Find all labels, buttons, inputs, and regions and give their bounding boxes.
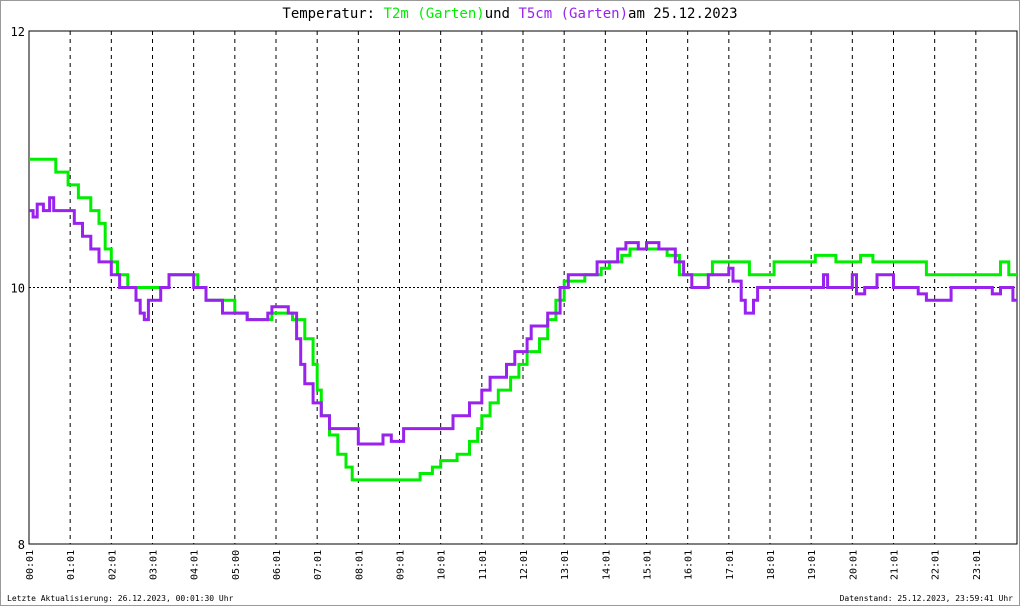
x-tick-label: 12:01: [519, 550, 530, 580]
x-tick-label: 21:01: [890, 550, 901, 580]
last-update: Letzte Aktualisierung: 26.12.2023, 00:01…: [7, 594, 234, 603]
x-tick-label: 09:01: [396, 550, 407, 580]
x-tick-label: 19:01: [807, 550, 818, 580]
y-tick-label: 12: [11, 25, 25, 39]
x-tick-label: 11:01: [478, 550, 489, 580]
x-tick-label: 05:00: [231, 550, 242, 580]
x-tick-label: 20:01: [848, 550, 859, 580]
x-tick-label: 04:01: [190, 550, 201, 580]
x-tick-label: 16:01: [684, 550, 695, 580]
x-tick-label: 10:01: [437, 550, 448, 580]
x-tick-label: 08:01: [354, 550, 365, 580]
x-tick-label: 13:01: [560, 550, 571, 580]
x-tick-label: 23:01: [972, 550, 983, 580]
x-tick-label: 15:01: [643, 550, 654, 580]
x-tick-label: 14:01: [601, 550, 612, 580]
x-tick-label: 01:01: [66, 550, 77, 580]
x-tick-label: 06:01: [272, 550, 283, 580]
y-tick-label: 8: [18, 538, 25, 552]
x-tick-label: 02:01: [107, 550, 118, 580]
x-tick-label: 00:01: [25, 550, 36, 580]
x-tick-label: 22:01: [931, 550, 942, 580]
data-status: Datenstand: 25.12.2023, 23:59:41 Uhr: [839, 594, 1013, 603]
plot-area: 00:01 01:01 02:01 03:01 04:01 05:00 06:01 07:01…: [11, 25, 1018, 580]
x-tick-label: 07:01: [313, 550, 324, 580]
x-tick-label: 18:01: [766, 550, 777, 580]
y-tick-label: 10: [11, 282, 25, 296]
x-tick-label: 17:01: [725, 550, 736, 580]
x-tick-label: 03:01: [149, 550, 160, 580]
chart-window: Temperatur: T2m (Garten)und T5cm (Garten…: [0, 0, 1020, 606]
